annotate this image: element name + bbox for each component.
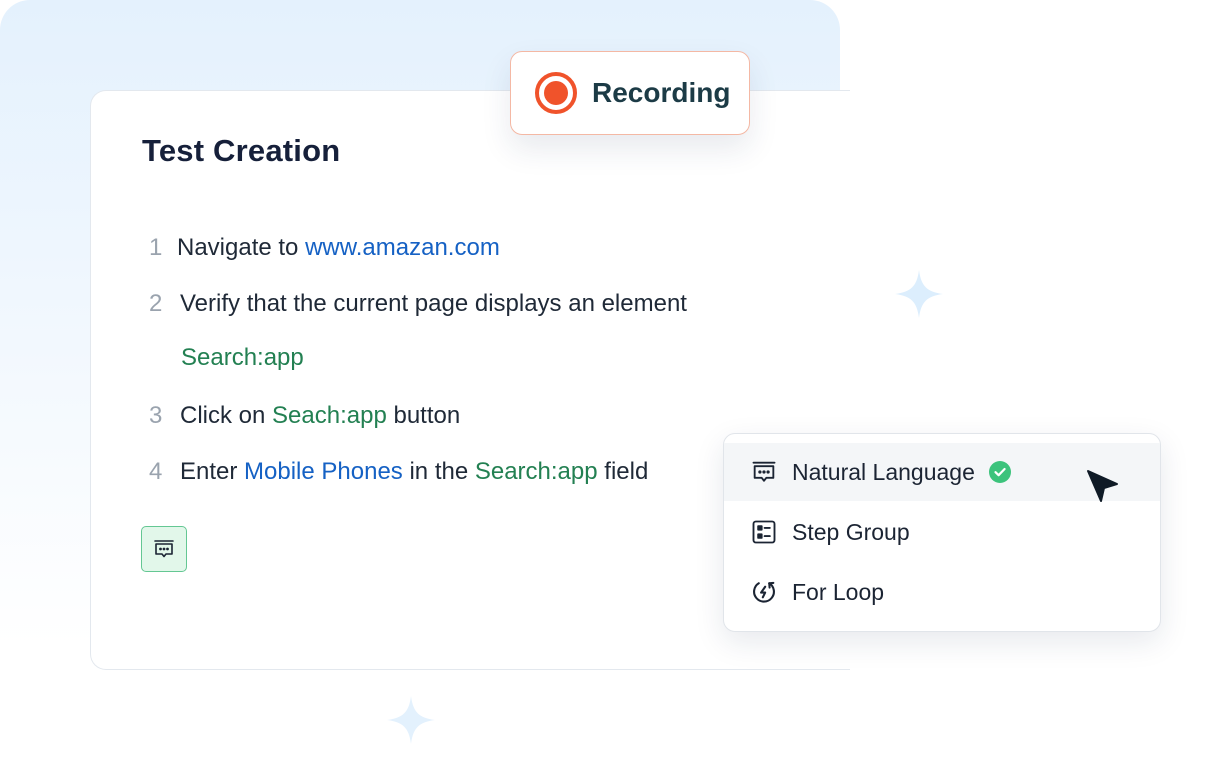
menu-item-for-loop[interactable]: For Loop xyxy=(724,563,1160,621)
step-number: 3 xyxy=(149,402,163,429)
menu-item-step-group[interactable]: Step Group xyxy=(724,503,1160,561)
sparkle-icon xyxy=(895,270,943,318)
sparkle-icon xyxy=(387,696,435,744)
menu-item-label: Natural Language xyxy=(792,458,975,485)
record-icon xyxy=(535,72,577,114)
step-row: 3 Click on Seach:app button xyxy=(149,402,460,430)
chat-box-icon xyxy=(752,461,776,482)
test-data-token[interactable]: Mobile Phones xyxy=(244,458,403,485)
chat-box-icon xyxy=(154,540,174,558)
step-text: field xyxy=(597,458,649,485)
recording-label: Recording xyxy=(592,77,731,108)
step-number: 4 xyxy=(149,458,163,485)
step-text: Click on xyxy=(180,402,273,429)
element-token[interactable]: Search:app xyxy=(181,344,304,372)
step-row: 4 Enter Mobile Phones in the Search:app f… xyxy=(149,458,648,486)
step-text: Enter xyxy=(180,458,245,485)
menu-item-label: Step Group xyxy=(792,518,910,545)
card-title: Test Creation xyxy=(142,133,341,168)
step-text: button xyxy=(386,402,461,429)
element-token[interactable]: Search:app xyxy=(475,458,598,485)
step-text: Verify that the current page displays an… xyxy=(180,290,687,317)
step-number: 1 xyxy=(149,234,163,261)
cursor-arrow-icon xyxy=(1087,470,1118,502)
loop-bolt-icon xyxy=(753,581,775,603)
step-row: 1 Navigate to www.amazan.com xyxy=(149,234,500,262)
step-text: Navigate to xyxy=(177,234,306,261)
element-token[interactable]: Seach:app xyxy=(272,402,387,429)
step-number: 2 xyxy=(149,290,163,317)
list-box-icon xyxy=(752,520,776,544)
step-text: in the xyxy=(402,458,475,485)
recording-badge[interactable]: Recording xyxy=(510,51,750,135)
step-type-menu: Natural Language Step Group For Loop xyxy=(723,433,1161,632)
menu-item-label: For Loop xyxy=(792,578,885,605)
url-link[interactable]: www.amazan.com xyxy=(305,234,500,261)
natural-language-button[interactable] xyxy=(141,526,187,572)
step-row: 2 Verify that the current page displays a… xyxy=(149,290,687,318)
check-circle-icon xyxy=(988,461,1011,483)
